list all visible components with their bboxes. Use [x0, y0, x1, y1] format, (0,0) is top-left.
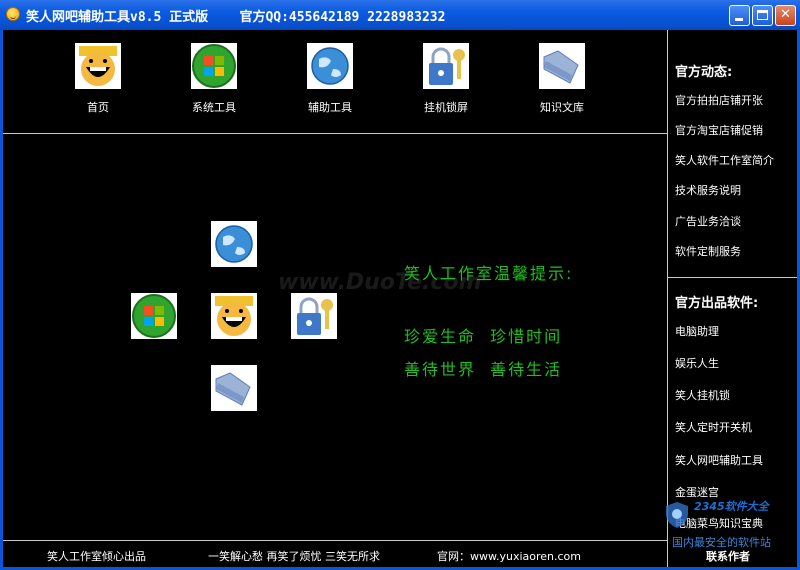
window-title: 笑人网吧辅助工具v8.5 正式版 官方QQ:455642189 22289832…: [26, 10, 446, 25]
padlock-key-icon[interactable]: [291, 293, 337, 339]
shield-logo-icon: [666, 502, 688, 528]
news-heading: 官方动态:: [675, 65, 733, 80]
software-heading: 官方出品软件:: [675, 296, 759, 311]
tip-heading: 笑人工作室温馨提示:: [404, 264, 574, 283]
corner-watermark-tagline: 国内最安全的软件站: [672, 536, 771, 549]
tip-line-2: 善待世界 善待生活: [404, 360, 563, 379]
nav-divider: [3, 133, 667, 134]
software-link[interactable]: 笑人挂机锁: [675, 387, 730, 403]
corner-watermark-logo: 2345软件大全: [694, 500, 769, 513]
close-icon: ✕: [780, 7, 791, 22]
smiley-app-icon[interactable]: [6, 7, 20, 21]
close-button[interactable]: ✕: [775, 5, 796, 26]
footer-website-link[interactable]: 官网：www.yuxiaoren.com: [437, 548, 581, 564]
globe-icon: [307, 43, 353, 89]
app-window: 笑人网吧辅助工具v8.5 正式版 官方QQ:455642189 22289832…: [0, 0, 800, 570]
minimize-button[interactable]: [729, 5, 750, 26]
globe-icon[interactable]: [211, 221, 257, 267]
nav-knowledge-base-label: 知识文库: [540, 101, 584, 114]
nav-home-label: 首页: [87, 101, 109, 114]
maximize-icon: [757, 10, 768, 20]
news-link[interactable]: 软件定制服务: [675, 243, 741, 259]
footer-slogan: 一笑解心愁 再笑了烦忧 三笑无所求: [208, 550, 380, 563]
nav-helper-tools-label: 辅助工具: [308, 101, 352, 114]
footer-divider: [3, 540, 667, 541]
nav-system-tools-label: 系统工具: [192, 101, 236, 114]
news-link[interactable]: 官方拍拍店铺开张: [675, 92, 763, 108]
news-link[interactable]: 官方淘宝店铺促销: [675, 122, 763, 138]
nav-lock-screen[interactable]: 挂机锁屏: [406, 43, 486, 115]
tip-line-1: 珍爱生命 珍惜时间: [404, 327, 563, 346]
nav-home[interactable]: 首页: [58, 43, 138, 115]
nav-knowledge-base[interactable]: 知识文库: [522, 43, 602, 115]
sidebar-section-divider: [668, 277, 797, 278]
news-link[interactable]: 笑人软件工作室简介: [675, 152, 774, 168]
news-link[interactable]: 广告业务洽谈: [675, 213, 741, 229]
minimize-icon: [735, 18, 743, 21]
software-link[interactable]: 笑人网吧辅助工具: [675, 452, 763, 468]
news-link[interactable]: 技术服务说明: [675, 182, 741, 198]
folder-icon[interactable]: [211, 365, 257, 411]
sidebar-divider: [667, 30, 668, 567]
folder-icon: [539, 43, 585, 89]
title-bar[interactable]: 笑人网吧辅助工具v8.5 正式版 官方QQ:455642189 22289832…: [0, 0, 800, 30]
footer-studio: 笑人工作室倾心出品: [47, 550, 146, 563]
windows-logo-icon[interactable]: [131, 293, 177, 339]
software-link[interactable]: 电脑助理: [675, 323, 719, 339]
windows-logo-icon: [191, 43, 237, 89]
software-link[interactable]: 笑人定时开关机: [675, 419, 752, 435]
corner-watermark: 2345软件大全 国内最安全的软件站: [662, 496, 798, 552]
nav-helper-tools[interactable]: 辅助工具: [290, 43, 370, 115]
nav-lock-screen-label: 挂机锁屏: [424, 101, 468, 114]
smiley-face-icon: [75, 43, 121, 89]
software-link[interactable]: 娱乐人生: [675, 355, 719, 371]
nav-system-tools[interactable]: 系统工具: [174, 43, 254, 115]
padlock-key-icon: [423, 43, 469, 89]
smiley-face-icon[interactable]: [211, 293, 257, 339]
maximize-button[interactable]: [752, 5, 773, 26]
